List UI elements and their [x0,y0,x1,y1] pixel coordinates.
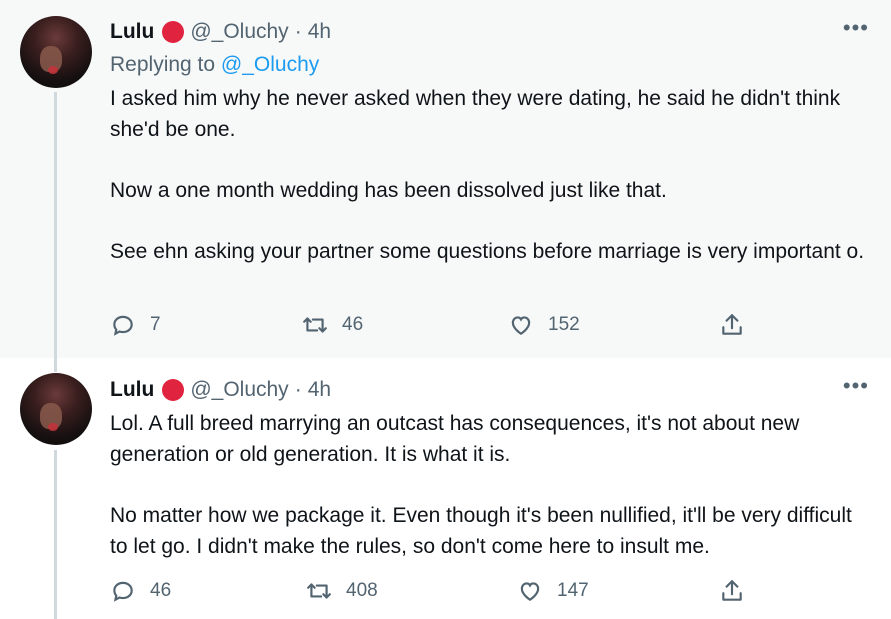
user-handle[interactable]: @_Oluchy [190,378,288,402]
time-separator: · [294,378,302,401]
replying-to-link[interactable]: @_Oluchy [221,53,319,76]
reply-button[interactable]: 46 [110,578,171,604]
timestamp[interactable]: 4h [308,20,331,44]
tweet-paragraph: I asked him why he never asked when they… [110,87,841,141]
thread-line [54,450,57,619]
retweet-icon [303,317,327,333]
retweet-count: 408 [346,580,378,601]
like-button[interactable]: 147 [517,578,589,604]
reply-count: 46 [150,580,172,601]
tweet-paragraph: Now a one month wedding has been dissolv… [110,179,667,202]
more-options-icon[interactable]: ••• [843,375,869,397]
red-circle-emoji-icon [162,379,185,401]
heart-icon [520,582,540,601]
thread-line [54,358,57,372]
tweet-text: I asked him why he never asked when they… [110,83,870,297]
tweet-1[interactable]: Lulu @_Oluchy · 4h ••• Replying to @_Olu… [0,0,891,358]
reply-button[interactable]: 7 [110,312,161,338]
share-icon [722,580,742,601]
reply-icon [113,315,133,336]
reply-count: 7 [150,314,161,335]
user-handle[interactable]: @_Oluchy [190,20,288,44]
display-name[interactable]: Lulu [110,378,154,402]
tweet-paragraph: See ehn asking your partner some questio… [110,240,865,263]
retweet-button[interactable]: 46 [302,312,363,338]
retweet-button[interactable]: 408 [306,578,378,604]
more-options-icon[interactable]: ••• [843,17,869,39]
timestamp[interactable]: 4h [308,378,331,402]
share-button[interactable] [719,578,759,604]
replying-prefix: Replying to [110,53,216,76]
like-count: 152 [548,314,580,335]
replying-to: Replying to @_Oluchy [110,53,319,77]
tweet-header: Lulu @_Oluchy · 4h [110,20,331,44]
avatar[interactable] [20,16,92,88]
share-icon [722,314,742,335]
like-count: 147 [557,580,589,601]
tweet-actions: 7 46 152 [110,312,870,342]
display-name[interactable]: Lulu [110,20,154,44]
heart-icon [511,316,531,335]
thread-line [54,92,57,358]
tweet-paragraph: No matter how we package it. Even though… [110,504,852,558]
reply-icon [113,581,133,602]
share-button[interactable] [719,312,759,338]
time-separator: · [294,20,302,43]
retweet-icon [307,583,331,599]
like-button[interactable]: 152 [508,312,580,338]
tweet-paragraph: Lol. A full breed marrying an outcast ha… [110,412,800,466]
tweet-actions: 46 408 147 [110,578,870,608]
red-circle-emoji-icon [162,21,185,43]
tweet-2[interactable]: Lulu @_Oluchy · 4h ••• Lol. A full breed… [0,358,891,619]
retweet-count: 46 [342,314,364,335]
tweet-text: Lol. A full breed marrying an outcast ha… [110,408,870,592]
tweet-header: Lulu @_Oluchy · 4h [110,378,331,402]
avatar[interactable] [20,373,92,445]
